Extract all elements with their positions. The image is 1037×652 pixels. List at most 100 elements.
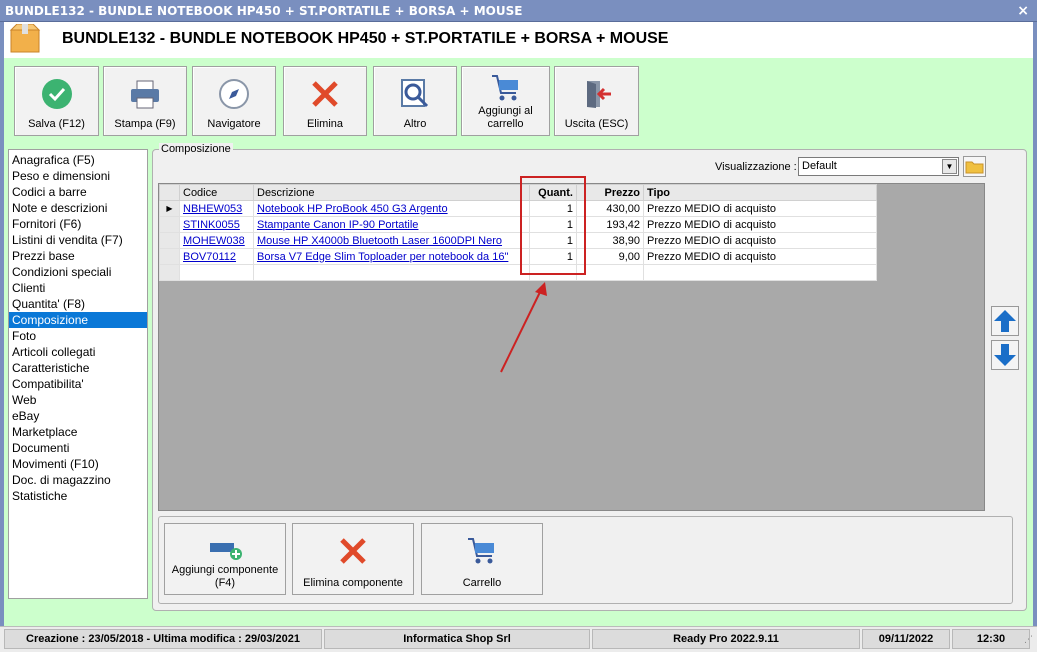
cell-code[interactable]: MOHEW038 xyxy=(179,232,254,249)
window-title: BUNDLE132 - BUNDLE NOTEBOOK HP450 + ST.P… xyxy=(5,4,523,18)
nav-item-collegati[interactable]: Articoli collegati xyxy=(9,344,147,360)
add-to-cart-label: Aggiungi al carrello xyxy=(462,105,549,131)
row-indicator xyxy=(159,232,180,249)
remove-component-button[interactable]: Elimina componente xyxy=(292,523,414,595)
status-bar: Creazione : 23/05/2018 - Ultima modifica… xyxy=(0,626,1037,652)
cell-empty[interactable] xyxy=(643,264,877,281)
navigator-label: Navigatore xyxy=(207,118,261,130)
exit-label: Uscita (ESC) xyxy=(564,118,629,130)
nav-item-quantita[interactable]: Quantita' (F8) xyxy=(9,296,147,312)
cell-empty[interactable] xyxy=(576,264,644,281)
cell-price[interactable]: 430,00 xyxy=(576,200,644,217)
cell-price[interactable]: 193,42 xyxy=(576,216,644,233)
nav-item-fornitori[interactable]: Fornitori (F6) xyxy=(9,216,147,232)
move-up-button[interactable] xyxy=(991,306,1019,336)
record-header: BUNDLE132 - BUNDLE NOTEBOOK HP450 + ST.P… xyxy=(0,22,1037,58)
nav-item-composizione[interactable]: Composizione xyxy=(9,312,147,328)
nav-item-foto[interactable]: Foto xyxy=(9,328,147,344)
folder-button[interactable] xyxy=(963,156,986,177)
nav-item-barcode[interactable]: Codici a barre xyxy=(9,184,147,200)
cell-type[interactable]: Prezzo MEDIO di acquisto xyxy=(643,232,877,249)
column-descrizione[interactable]: Descrizione xyxy=(253,184,530,201)
column-prezzo[interactable]: Prezzo xyxy=(576,184,644,201)
nav-item-compatibilita[interactable]: Compatibilita' xyxy=(9,376,147,392)
nav-item-web[interactable]: Web xyxy=(9,392,147,408)
navigator-button[interactable]: Navigatore xyxy=(192,66,276,136)
visualization-select[interactable]: Default ▼ xyxy=(798,157,959,176)
desc-link[interactable]: Mouse HP X4000b Bluetooth Laser 1600DPI … xyxy=(257,235,502,247)
nav-item-statistiche[interactable]: Statistiche xyxy=(9,488,147,504)
save-label: Salva (F12) xyxy=(28,118,85,130)
code-link[interactable]: STINK0055 xyxy=(183,219,240,231)
column-codice[interactable]: Codice xyxy=(179,184,254,201)
add-component-button[interactable]: Aggiungi componente (F4) xyxy=(164,523,286,595)
print-label: Stampa (F9) xyxy=(114,118,176,130)
table-row[interactable]: BOV70112 Borsa V7 Edge Slim Toploader pe… xyxy=(159,248,877,265)
cell-code[interactable]: BOV70112 xyxy=(179,248,254,265)
nav-item-ebay[interactable]: eBay xyxy=(9,408,147,424)
desc-link[interactable]: Notebook HP ProBook 450 G3 Argento xyxy=(257,203,448,215)
magnifier-icon xyxy=(401,79,429,108)
move-down-button[interactable] xyxy=(991,340,1019,370)
cell-code[interactable]: NBHEW053 xyxy=(179,200,254,217)
cell-type[interactable]: Prezzo MEDIO di acquisto xyxy=(643,216,877,233)
package-icon xyxy=(9,24,41,53)
cell-type[interactable]: Prezzo MEDIO di acquisto xyxy=(643,200,877,217)
table-header-row: Codice Descrizione Quant. Prezzo Tipo xyxy=(159,184,877,201)
check-icon xyxy=(41,79,72,109)
code-link[interactable]: BOV70112 xyxy=(183,251,236,263)
table-row[interactable]: STINK0055 Stampante Canon IP-90 Portatil… xyxy=(159,216,877,233)
cell-empty[interactable] xyxy=(253,264,530,281)
cell-desc[interactable]: Stampante Canon IP-90 Portatile xyxy=(253,216,530,233)
cell-price[interactable]: 9,00 xyxy=(576,248,644,265)
table-row[interactable]: MOHEW038 Mouse HP X4000b Bluetooth Laser… xyxy=(159,232,877,249)
row-indicator-header xyxy=(159,184,180,201)
exit-button[interactable]: Uscita (ESC) xyxy=(554,66,639,136)
nav-item-doc-magazzino[interactable]: Doc. di magazzino xyxy=(9,472,147,488)
cell-price[interactable]: 38,90 xyxy=(576,232,644,249)
exit-door-icon xyxy=(586,81,611,108)
table-row[interactable]: ▶ NBHEW053 Notebook HP ProBook 450 G3 Ar… xyxy=(159,200,877,217)
nav-item-movimenti[interactable]: Movimenti (F10) xyxy=(9,456,147,472)
nav-item-condizioni[interactable]: Condizioni speciali xyxy=(9,264,147,280)
row-indicator xyxy=(159,216,180,233)
print-button[interactable]: Stampa (F9) xyxy=(103,66,187,136)
nav-item-marketplace[interactable]: Marketplace xyxy=(9,424,147,440)
chevron-down-icon[interactable]: ▼ xyxy=(942,159,957,174)
nav-item-documenti[interactable]: Documenti xyxy=(9,440,147,456)
nav-item-peso[interactable]: Peso e dimensioni xyxy=(9,168,147,184)
cell-empty[interactable] xyxy=(179,264,254,281)
delete-button[interactable]: Elimina xyxy=(283,66,367,136)
cart-button[interactable]: Carrello xyxy=(421,523,543,595)
desc-link[interactable]: Stampante Canon IP-90 Portatile xyxy=(257,219,418,231)
save-button[interactable]: Salva (F12) xyxy=(14,66,99,136)
column-tipo[interactable]: Tipo xyxy=(643,184,877,201)
cell-desc[interactable]: Notebook HP ProBook 450 G3 Argento xyxy=(253,200,530,217)
nav-item-anagrafica[interactable]: Anagrafica (F5) xyxy=(9,152,147,168)
window-titlebar: BUNDLE132 - BUNDLE NOTEBOOK HP450 + ST.P… xyxy=(0,0,1037,22)
nav-item-caratteristiche[interactable]: Caratteristiche xyxy=(9,360,147,376)
nav-item-listini[interactable]: Listini di vendita (F7) xyxy=(9,232,147,248)
highlight-box xyxy=(520,176,586,275)
add-to-cart-button[interactable]: Aggiungi al carrello xyxy=(461,66,550,136)
cell-code[interactable]: STINK0055 xyxy=(179,216,254,233)
add-component-label: Aggiungi componente (F4) xyxy=(165,564,285,590)
close-icon[interactable]: × xyxy=(1017,0,1029,22)
resize-grip-icon[interactable]: ⋰ xyxy=(1024,635,1033,645)
desc-link[interactable]: Borsa V7 Edge Slim Toploader per noteboo… xyxy=(257,251,508,263)
annotation-arrow xyxy=(500,282,547,373)
nav-item-note[interactable]: Note e descrizioni xyxy=(9,200,147,216)
cell-desc[interactable]: Mouse HP X4000b Bluetooth Laser 1600DPI … xyxy=(253,232,530,249)
other-label: Altro xyxy=(403,118,427,130)
nav-item-prezzi-base[interactable]: Prezzi base xyxy=(9,248,147,264)
cell-type[interactable]: Prezzo MEDIO di acquisto xyxy=(643,248,877,265)
code-link[interactable]: NBHEW053 xyxy=(183,203,242,215)
cell-desc[interactable]: Borsa V7 Edge Slim Toploader per noteboo… xyxy=(253,248,530,265)
cart-icon xyxy=(468,538,494,564)
status-time: 12:30 xyxy=(952,629,1030,649)
code-link[interactable]: MOHEW038 xyxy=(183,235,245,247)
status-dates: Creazione : 23/05/2018 - Ultima modifica… xyxy=(4,629,322,649)
other-button[interactable]: Altro xyxy=(373,66,457,136)
nav-item-clienti[interactable]: Clienti xyxy=(9,280,147,296)
current-row-icon: ▶ xyxy=(159,200,180,217)
